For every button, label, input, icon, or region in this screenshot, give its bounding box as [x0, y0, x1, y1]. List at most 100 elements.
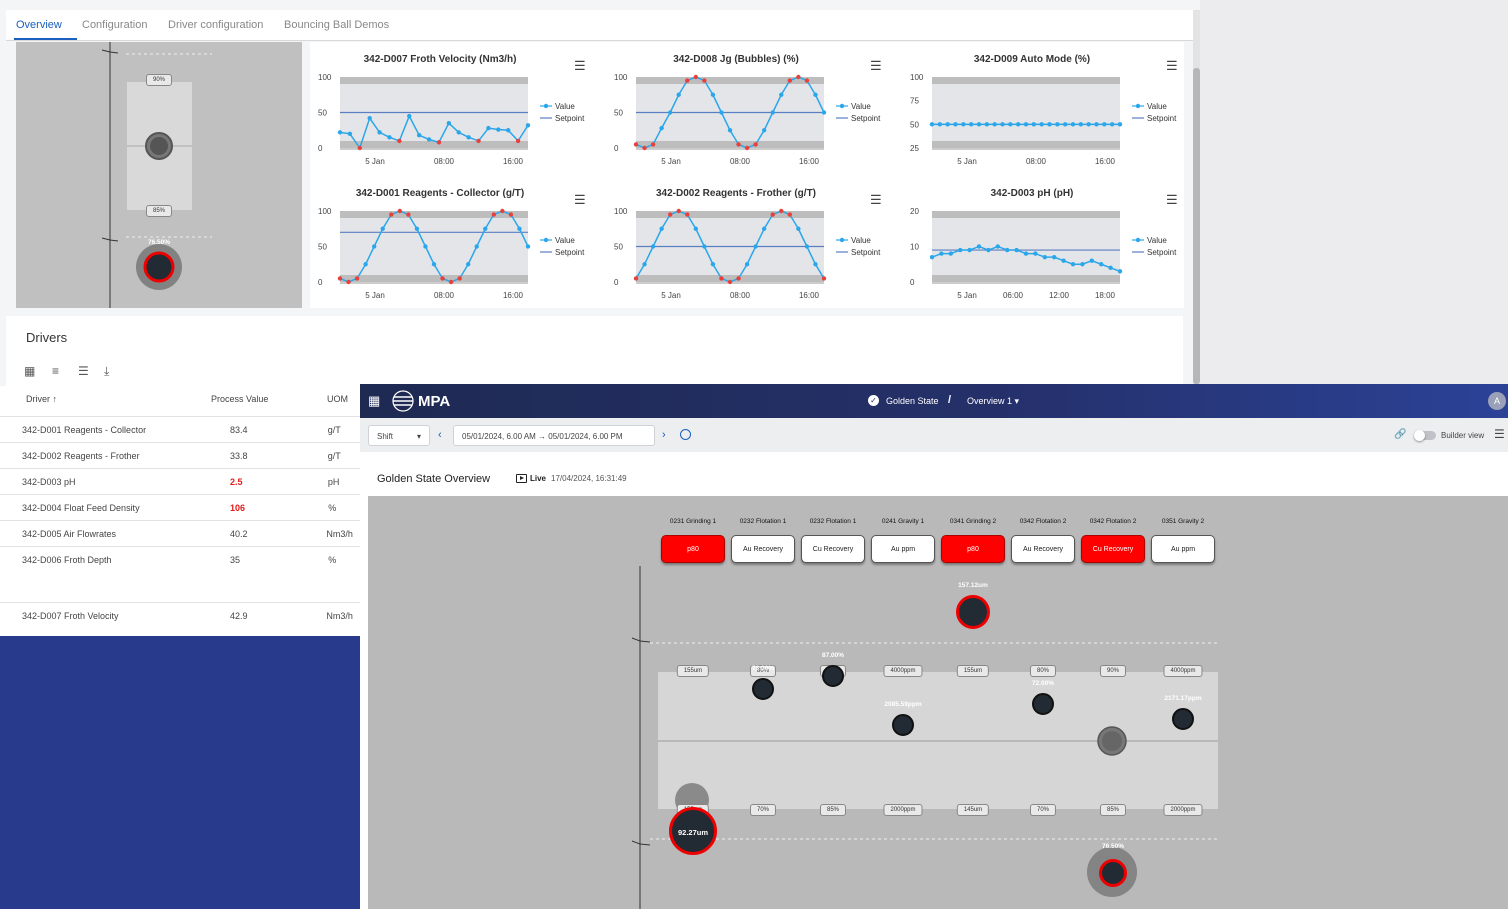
y-tick-label: 100 — [318, 73, 332, 82]
tab-driver-configuration[interactable]: Driver configuration — [168, 19, 263, 31]
legend-value-label: Value — [851, 236, 871, 245]
value-point — [770, 110, 775, 115]
chart-menu-icon[interactable]: ☰ — [1166, 58, 1178, 74]
value-point — [500, 208, 505, 214]
upper-band — [932, 211, 1120, 218]
y-tick-label: 100 — [614, 73, 628, 82]
density-icon[interactable]: ☰ — [78, 364, 89, 378]
kpi-button[interactable]: Cu Recovery — [1081, 535, 1145, 563]
value-point — [1039, 122, 1044, 127]
driver-cell: 342-D002 Reagents - Frother — [22, 451, 140, 461]
value-point — [397, 138, 402, 144]
value-point — [659, 226, 664, 231]
chart-menu-icon[interactable]: ☰ — [1166, 192, 1178, 208]
scrollbar-thumb[interactable] — [1193, 68, 1200, 384]
column-header-uom[interactable]: UOM — [327, 394, 348, 404]
menu-icon[interactable]: ☰ — [1494, 427, 1505, 441]
tab-bouncing-ball-demos[interactable]: Bouncing Ball Demos — [284, 19, 389, 31]
table-row[interactable]: 342-D007 Froth Velocity 42.9 Nm3/h — [0, 602, 360, 628]
chart-menu-icon[interactable]: ☰ — [574, 192, 586, 208]
y-tick-label: 0 — [318, 144, 323, 153]
shift-select[interactable]: Shift ▾ — [368, 425, 430, 446]
value-point — [976, 244, 982, 249]
filter-icon[interactable]: ≡ — [52, 364, 59, 378]
top-threshold-pill: 90% — [145, 74, 173, 86]
chart-menu-icon[interactable]: ☰ — [870, 58, 882, 74]
table-row[interactable]: 342-D003 pH 2.5 pH — [0, 468, 360, 494]
mpa-logo-icon — [392, 390, 414, 412]
y-tick-label: 25 — [910, 144, 919, 153]
value-point — [779, 208, 784, 214]
plot-area — [340, 211, 528, 282]
value-point — [761, 226, 767, 231]
value-point — [377, 130, 382, 135]
table-row[interactable]: 342-D006 Froth Depth 35% — [0, 546, 360, 572]
table-row[interactable]: 342-D005 Air Flowrates 40.2 Nm3/h — [0, 520, 360, 546]
asset-value: 72.00% — [1031, 680, 1055, 687]
asset-ball — [1172, 708, 1194, 730]
builder-view-toggle[interactable] — [1414, 430, 1436, 441]
table-row[interactable]: 342-D002 Reagents - Frother 33.8 g/T — [0, 442, 360, 468]
grinding2-ball — [956, 595, 990, 629]
process-value-cell: 40.2 — [230, 529, 248, 539]
y-tick-label: 0 — [910, 278, 915, 287]
tab-configuration[interactable]: Configuration — [82, 19, 147, 31]
column-header-process-value[interactable]: Process Value — [211, 394, 268, 404]
export-icon[interactable]: ⤓ — [104, 364, 109, 379]
upper-band — [932, 77, 1120, 84]
date-range-input[interactable]: 05/01/2024, 6.00 AM → 05/01/2024, 6.00 P… — [453, 425, 655, 446]
link-icon[interactable]: 🔗 — [1394, 429, 1406, 440]
lower-limit-pill: 145um — [956, 804, 990, 816]
previous-range-button[interactable]: ‹ — [438, 429, 442, 441]
kpi-button[interactable]: p80 — [661, 535, 725, 563]
x-tick-label: 16:00 — [799, 157, 820, 166]
apps-grid-icon[interactable]: ▦ — [368, 393, 380, 409]
builder-view-label: Builder view — [1441, 431, 1485, 440]
value-point — [1070, 122, 1076, 127]
next-range-button[interactable]: › — [662, 429, 666, 441]
sort-ascending-icon[interactable]: ↑ — [53, 394, 58, 404]
user-avatar[interactable]: A — [1488, 392, 1506, 410]
value-point — [929, 254, 935, 260]
columns-icon[interactable]: ▦ — [24, 364, 35, 378]
value-point — [448, 279, 454, 285]
kpi-button[interactable]: Au Recovery — [1011, 535, 1075, 563]
kpi-button[interactable]: p80 — [941, 535, 1005, 563]
value-point — [1033, 251, 1038, 256]
column-header-driver[interactable]: Driver ↑ — [26, 394, 57, 404]
grinding2-value: 157.12um — [958, 582, 988, 589]
process-value-cell: 42.9 — [230, 611, 248, 621]
chart-title: 342-D008 Jg (Bubbles) (%) — [673, 54, 799, 65]
value-point — [431, 262, 437, 267]
value-point — [525, 123, 531, 128]
value-point — [642, 145, 647, 151]
trend-charts-panel: 100 50 0 5 Jan 08:00 16:00 Value Setpoint 342-D0… — [310, 42, 1184, 308]
clock-icon[interactable] — [680, 429, 691, 440]
value-point — [929, 122, 935, 127]
value-point — [984, 122, 990, 127]
value-point — [958, 247, 963, 253]
table-row[interactable]: 342-D004 Float Feed Density 106% — [0, 494, 360, 520]
tab-overview[interactable]: Overview — [16, 19, 62, 31]
chart-menu-icon[interactable]: ☰ — [574, 58, 586, 74]
site-name[interactable]: Golden State — [886, 396, 939, 406]
driver-cell: 342-D007 Froth Velocity — [22, 611, 119, 621]
kpi-button[interactable]: Cu Recovery — [801, 535, 865, 563]
value-point — [414, 226, 420, 231]
kpi-button[interactable]: Au ppm — [1151, 535, 1215, 563]
asset-label: 0341 Grinding 2 — [949, 518, 997, 525]
legend-value-label: Value — [851, 102, 871, 111]
legend-value-label: Value — [555, 102, 575, 111]
chart-menu-icon[interactable]: ☰ — [870, 192, 882, 208]
page-selector[interactable]: Overview 1 ▾ — [967, 396, 1019, 407]
value-point — [676, 92, 681, 97]
tab-bar: Overview Configuration Driver configurat… — [6, 10, 1194, 41]
grinding1-value: 92.27um — [677, 828, 709, 837]
asset-ball — [892, 714, 914, 736]
kpi-button[interactable]: Au Recovery — [731, 535, 795, 563]
value-point — [1023, 251, 1029, 256]
value-point — [426, 137, 432, 142]
value-point — [515, 138, 521, 144]
table-row[interactable]: 342-D001 Reagents - Collector 83.4 g/T — [0, 416, 360, 442]
kpi-button[interactable]: Au ppm — [871, 535, 935, 563]
